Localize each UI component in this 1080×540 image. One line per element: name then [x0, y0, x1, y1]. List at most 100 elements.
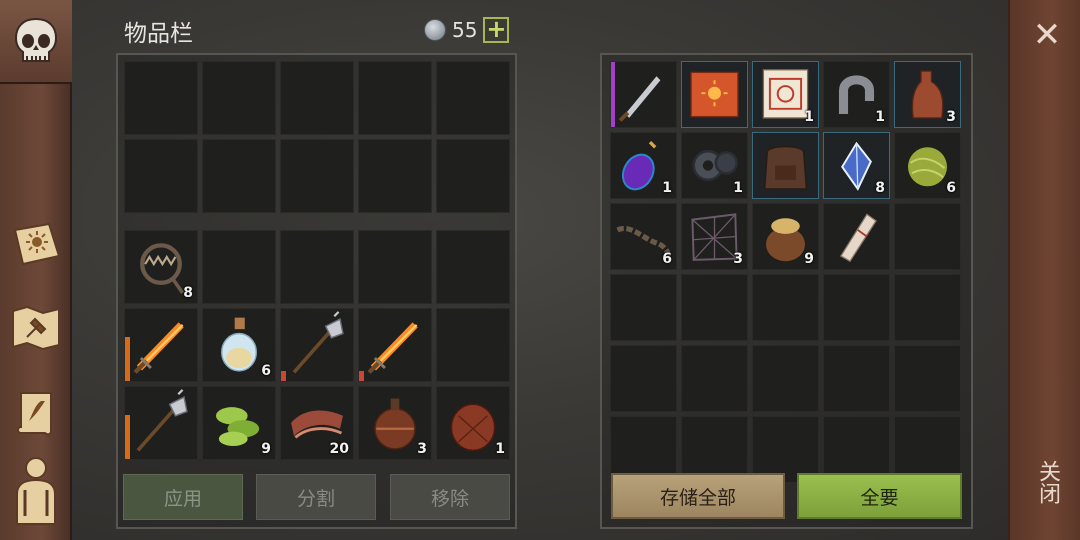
item-count: 1: [804, 109, 814, 125]
empty-slot[interactable]: [280, 230, 354, 304]
character-icon[interactable]: [8, 457, 64, 525]
durability-bar: [359, 371, 364, 381]
dagger-icon: [618, 76, 661, 122]
inventory-slot[interactable]: 8: [124, 230, 198, 304]
item-count: 3: [417, 441, 427, 457]
inventory-slot[interactable]: [823, 203, 890, 270]
empty-slot[interactable]: [436, 308, 510, 382]
empty-slot[interactable]: [124, 61, 198, 135]
inventory-slot[interactable]: 3: [894, 61, 961, 128]
inventory-slot[interactable]: [280, 308, 354, 382]
inventory-slot[interactable]: 1: [681, 132, 748, 199]
item-count: 20: [329, 441, 349, 457]
halberd-icon: [136, 389, 188, 452]
sidebar: [0, 0, 72, 540]
inventory-slot[interactable]: [681, 61, 748, 128]
flaming-sword-icon: [367, 322, 418, 374]
add-coins-button[interactable]: +: [483, 17, 510, 43]
inventory-slot[interactable]: 20: [280, 386, 354, 460]
item-count: 6: [946, 180, 956, 196]
empty-slot[interactable]: [202, 139, 276, 213]
item-count: 8: [183, 285, 193, 301]
empty-slot[interactable]: [436, 61, 510, 135]
rarity-bar: [611, 62, 615, 127]
close-strip[interactable]: ✕ 关闭: [1008, 0, 1080, 540]
split-button[interactable]: 分割: [256, 474, 376, 520]
sun-book-icon: [690, 71, 739, 118]
empty-slot[interactable]: [823, 345, 890, 412]
inventory-slot[interactable]: [752, 132, 819, 199]
item-count: 1: [495, 441, 505, 457]
item-count: 9: [804, 251, 814, 267]
inventory-slot[interactable]: 3: [681, 203, 748, 270]
item-count: 6: [261, 363, 271, 379]
inventory-slot[interactable]: [358, 308, 432, 382]
empty-slot[interactable]: [202, 230, 276, 304]
empty-slot[interactable]: [280, 61, 354, 135]
durability-bar: [125, 415, 130, 459]
item-count: 8: [875, 180, 885, 196]
empty-slot[interactable]: [894, 203, 961, 270]
close-label[interactable]: 关闭: [1034, 460, 1060, 504]
empty-slot[interactable]: [610, 274, 677, 341]
quest-scroll-icon[interactable]: [8, 385, 64, 441]
empty-slot[interactable]: [280, 139, 354, 213]
coin-icon: [424, 19, 446, 41]
storage-grid: 1 1 3 1 1 8 6 6 3 9: [610, 61, 964, 483]
store-all-button[interactable]: 存储全部: [611, 473, 785, 519]
empty-slot[interactable]: [124, 139, 198, 213]
paper-roll-icon: [839, 213, 877, 263]
inventory-slot[interactable]: 9: [202, 386, 276, 460]
inventory-slot[interactable]: 6: [894, 132, 961, 199]
durability-bar: [281, 371, 286, 381]
empty-slot[interactable]: [358, 139, 432, 213]
item-count: 6: [662, 251, 672, 267]
inventory-slot[interactable]: 8: [823, 132, 890, 199]
empty-slot[interactable]: [681, 274, 748, 341]
empty-slot[interactable]: [681, 345, 748, 412]
empty-slot[interactable]: [436, 230, 510, 304]
item-count: 3: [733, 251, 743, 267]
skull-icon: [8, 14, 64, 70]
inventory-slot[interactable]: 9: [752, 203, 819, 270]
inventory-slot[interactable]: 1: [610, 132, 677, 199]
empty-slot[interactable]: [752, 274, 819, 341]
inventory-slot[interactable]: 3: [358, 386, 432, 460]
item-count: 3: [946, 109, 956, 125]
inventory-slot[interactable]: 6: [202, 308, 276, 382]
inventory-bottom-grid: 8 6 9 20 3 1: [124, 230, 512, 460]
inventory-top-grid: [124, 61, 512, 213]
inventory-slot[interactable]: 1: [823, 61, 890, 128]
backpack-icon: [764, 146, 807, 190]
inventory-slot[interactable]: 1: [752, 61, 819, 128]
empty-slot[interactable]: [202, 61, 276, 135]
crafting-map-icon[interactable]: [8, 300, 64, 356]
sun-book-icon[interactable]: [8, 216, 64, 272]
empty-slot[interactable]: [752, 345, 819, 412]
item-count: 9: [261, 441, 271, 457]
empty-slot[interactable]: [894, 274, 961, 341]
empty-slot[interactable]: [436, 139, 510, 213]
inventory-slot[interactable]: [610, 61, 677, 128]
inventory-slot[interactable]: 1: [436, 386, 510, 460]
durability-bar: [125, 337, 130, 381]
remove-button[interactable]: 移除: [390, 474, 510, 520]
inventory-slot[interactable]: 6: [610, 203, 677, 270]
currency: 55 +: [424, 16, 510, 44]
item-count: 1: [662, 180, 672, 196]
inventory-slot[interactable]: [124, 308, 198, 382]
take-all-button[interactable]: 全要: [797, 473, 962, 519]
empty-slot[interactable]: [610, 345, 677, 412]
item-count: 1: [733, 180, 743, 196]
empty-slot[interactable]: [358, 61, 432, 135]
empty-slot[interactable]: [894, 345, 961, 412]
sidebar-tab-inventory[interactable]: [0, 0, 72, 84]
apply-button[interactable]: 应用: [123, 474, 243, 520]
inventory-slot[interactable]: [124, 386, 198, 460]
page-title: 物品栏: [124, 21, 193, 47]
halberd-icon: [292, 311, 344, 374]
empty-slot[interactable]: [823, 274, 890, 341]
coin-count: 55: [452, 18, 478, 42]
empty-slot[interactable]: [358, 230, 432, 304]
close-icon[interactable]: ✕: [1032, 18, 1062, 52]
